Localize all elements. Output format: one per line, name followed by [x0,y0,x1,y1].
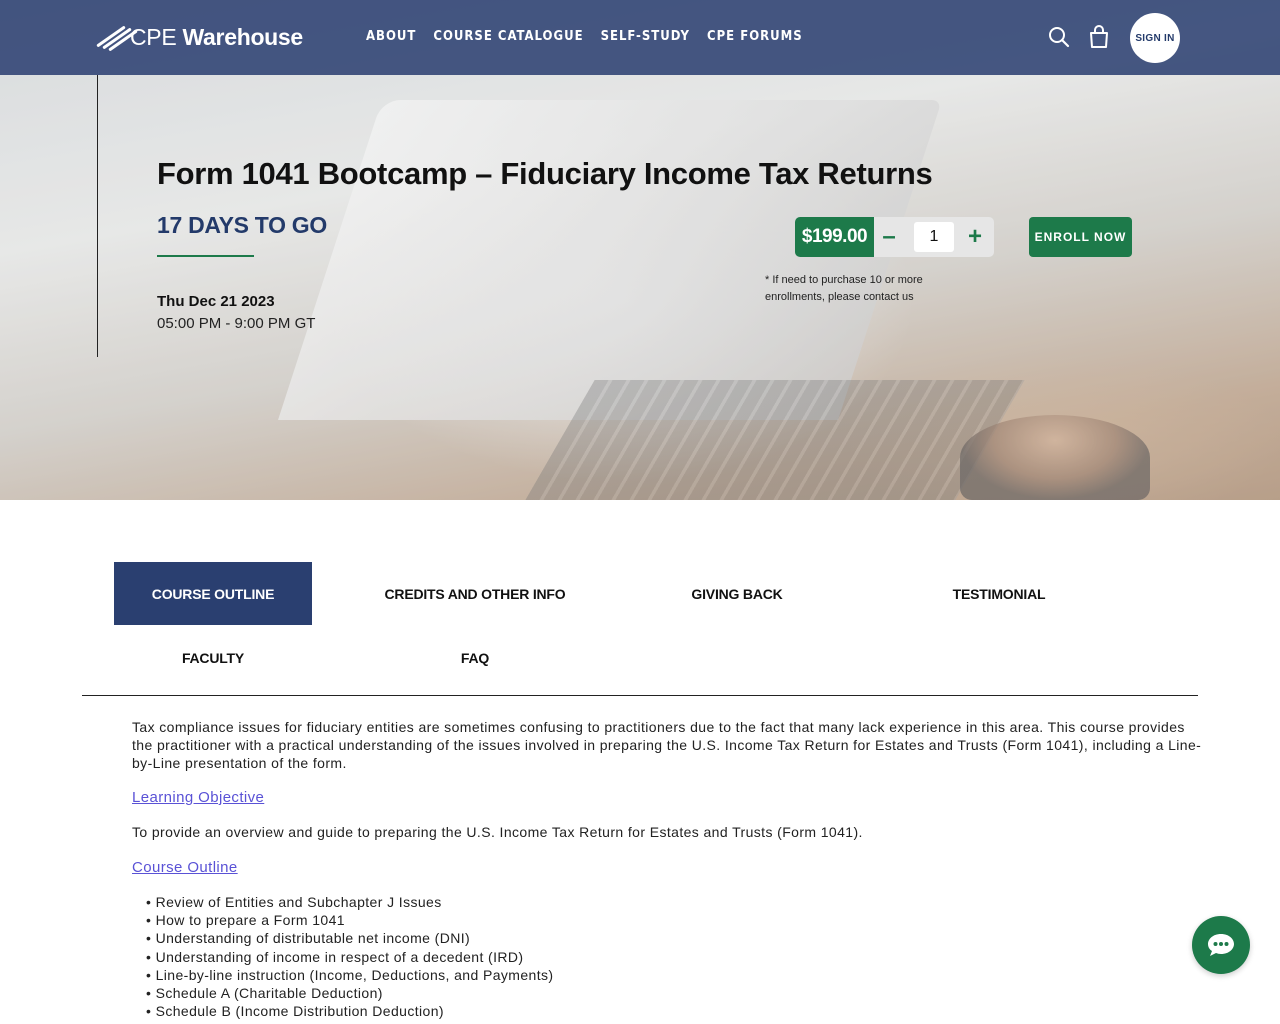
tab-course-outline[interactable]: COURSE OUTLINE [114,562,312,625]
learning-objective-link[interactable]: Learning Objective [132,789,264,806]
tabs-divider [82,695,1198,696]
countdown-underline [157,255,254,257]
bulk-enrollment-note: * If need to purchase 10 or more enrollm… [765,274,923,303]
nav-link-course-catalogue[interactable]: COURSE CATALOGUE [433,29,583,44]
logo[interactable]: CPE Warehouse [92,22,303,52]
enroll-now-button[interactable]: ENROLL NOW [1029,217,1132,257]
logo-text-bold: Warehouse [182,23,304,50]
course-outline-list: Review of Entities and Subchapter J Issu… [146,893,1202,1020]
chat-icon [1208,934,1234,956]
quantity-input[interactable] [914,222,954,252]
price-label: $199.00 [795,217,874,257]
cart-icon[interactable] [1088,25,1110,49]
course-date: Thu Dec 21 2023 [157,293,275,310]
list-item: Schedule A (Charitable Deduction) [146,984,1202,1002]
nav-link-cpe-forums[interactable]: CPE FORUMS [707,29,803,44]
tab-testimonial[interactable]: TESTIMONIAL [900,562,1098,625]
top-navigation: CPE Warehouse ABOUT COURSE CATALOGUE SEL… [0,0,1280,75]
list-item: How to prepare a Form 1041 [146,911,1202,929]
course-title: Form 1041 Bootcamp – Fiduciary Income Ta… [157,156,933,191]
nav-links: ABOUT COURSE CATALOGUE SELF-STUDY CPE FO… [366,29,803,44]
list-item: Understanding of income in respect of a … [146,948,1202,966]
tab-giving-back[interactable]: GIVING BACK [638,562,836,625]
quantity-increase-button[interactable]: + [966,222,984,252]
logo-text-light: CPE [130,23,177,50]
course-time: 05:00 PM - 9:00 PM GT [157,315,316,332]
tab-faculty[interactable]: FACULTY [114,626,312,689]
course-outline-content: Tax compliance issues for fiduciary enti… [132,718,1202,1020]
tab-credits-and-other-info[interactable]: CREDITS AND OTHER INFO [376,562,574,625]
course-outline-link[interactable]: Course Outline [132,859,238,876]
learning-objective-text: To provide an overview and guide to prep… [132,824,863,840]
tab-faq[interactable]: FAQ [376,626,574,689]
hero-divider [97,75,98,357]
countdown-text: 17 DAYS TO GO [157,212,327,238]
chat-button[interactable] [1192,916,1250,974]
search-icon[interactable] [1048,26,1070,48]
list-item: Review of Entities and Subchapter J Issu… [146,893,1202,911]
list-item: Line-by-line instruction (Income, Deduct… [146,966,1202,984]
sign-in-button[interactable]: SIGN IN [1130,13,1180,63]
list-item: Understanding of distributable net incom… [146,929,1202,947]
nav-link-self-study[interactable]: SELF-STUDY [601,29,690,44]
logo-mark-icon [92,25,138,52]
nav-link-about[interactable]: ABOUT [366,29,416,44]
quantity-decrease-button[interactable]: – [880,222,898,252]
course-description: Tax compliance issues for fiduciary enti… [132,719,1202,771]
list-item: Schedule B (Income Distribution Deductio… [146,1002,1202,1020]
